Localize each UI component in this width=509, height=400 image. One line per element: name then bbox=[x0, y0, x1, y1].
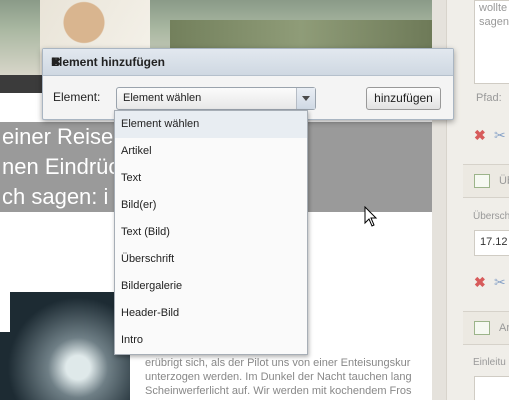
checkbox-icon[interactable] bbox=[474, 321, 490, 335]
dropdown-option[interactable]: Artikel bbox=[115, 138, 307, 165]
body-line: unterzogen werden. Im Dunkel der Nacht t… bbox=[145, 371, 412, 383]
tools-icon[interactable]: ✂ bbox=[494, 274, 506, 291]
field-label: Einleitu bbox=[473, 357, 506, 368]
dropdown-option[interactable]: Text bbox=[115, 165, 307, 192]
dropdown-option[interactable]: Header-Bild bbox=[115, 300, 307, 327]
section-title: Üb bbox=[499, 175, 509, 187]
delete-icon[interactable]: ✖ bbox=[474, 127, 486, 144]
dropdown-option[interactable]: Bildergalerie bbox=[115, 273, 307, 300]
dropdown-option[interactable]: Element wählen bbox=[115, 111, 307, 138]
delete-icon[interactable]: ✖ bbox=[474, 274, 486, 291]
chevron-down-icon[interactable] bbox=[296, 88, 315, 109]
element-select-dropdown: Element wählen Artikel Text Bild(er) Tex… bbox=[114, 110, 308, 355]
path-label: Pfad: bbox=[476, 92, 502, 104]
preview-text-line: wollte bbox=[479, 2, 508, 14]
article-photo bbox=[0, 292, 130, 400]
body-line: Scheinwerferlicht auf. Wir werden mit ko… bbox=[145, 385, 412, 397]
dropdown-option[interactable]: Intro bbox=[115, 327, 307, 354]
element-select[interactable]: Element wählen bbox=[116, 87, 316, 110]
body-line: erübrigt sich, als der Pilot uns von ein… bbox=[145, 357, 411, 369]
intro-input[interactable] bbox=[474, 376, 509, 400]
mouse-pointer-icon bbox=[364, 206, 378, 227]
close-icon[interactable]: ✖ bbox=[51, 55, 446, 69]
tools-icon[interactable]: ✂ bbox=[494, 127, 506, 144]
photo-notch bbox=[0, 292, 10, 332]
section-title: Ar bbox=[499, 322, 509, 334]
element-select-value: Element wählen bbox=[123, 92, 202, 104]
date-value: 17.12 bbox=[480, 236, 508, 248]
element-label: Element: bbox=[53, 90, 101, 104]
dropdown-option[interactable]: Text (Bild) bbox=[115, 219, 307, 246]
checkbox-icon[interactable] bbox=[474, 174, 490, 188]
preview-text-line: sagen bbox=[479, 16, 509, 28]
dropdown-option[interactable]: Überschrift bbox=[115, 246, 307, 273]
add-button[interactable]: hinzufügen bbox=[366, 87, 441, 110]
dialog-titlebar[interactable]: Element hinzufügen ✖ bbox=[43, 49, 453, 76]
field-label: Übersch bbox=[473, 211, 509, 222]
dropdown-option[interactable]: Bild(er) bbox=[115, 192, 307, 219]
